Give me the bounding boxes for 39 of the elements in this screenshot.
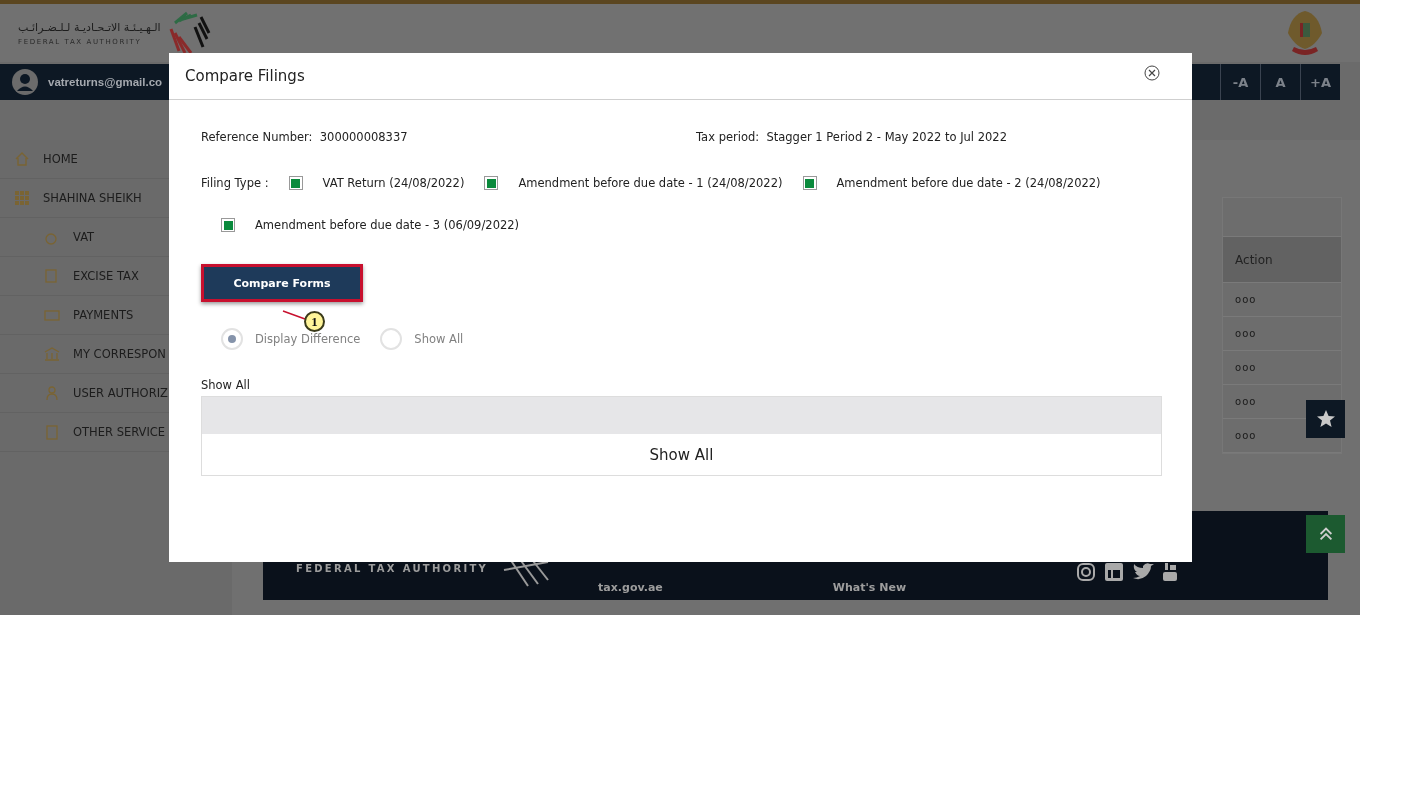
radio-label: Display Difference — [255, 332, 361, 346]
logo-arabic-text: الـهـيـئـة الاتـحـاديـة لـلـضـرائـب — [18, 20, 161, 34]
checkbox-label: Amendment before due date - 2 (24/08/2022) — [836, 176, 1101, 190]
leader-line — [282, 310, 306, 320]
footer-link[interactable]: What's New — [832, 581, 907, 594]
tax-period: Tax period: Stagger 1 Period 2 - May 2022 to Jul 2022 — [696, 130, 1007, 144]
action-menu[interactable]: ooo — [1235, 294, 1257, 305]
action-menu[interactable]: ooo — [1235, 328, 1257, 339]
checkbox-label: Amendment before due date - 1 (24/08/2022) — [518, 176, 783, 190]
action-menu[interactable]: ooo — [1235, 362, 1257, 373]
checkbox[interactable] — [802, 176, 817, 190]
footer-link[interactable]: tax.gov.ae — [598, 581, 663, 594]
radio-label: Show All — [414, 332, 464, 346]
scroll-top-button[interactable] — [1306, 515, 1345, 553]
checkbox-label: VAT Return (24/08/2022) — [322, 176, 465, 190]
favorites-button[interactable] — [1306, 400, 1345, 438]
dialog-title: Compare Filings — [185, 67, 305, 85]
twitter-icon[interactable] — [1132, 562, 1155, 582]
footer-logo-text: FEDERAL TAX AUTHORITY — [296, 563, 489, 574]
checkbox-label: Amendment before due date - 3 (06/09/2022) — [255, 218, 520, 232]
checkbox[interactable] — [484, 176, 499, 190]
checkbox[interactable] — [288, 176, 303, 190]
result-text: Show All — [649, 445, 714, 464]
column-header: Action — [1235, 252, 1273, 267]
action-menu[interactable]: ooo — [1235, 396, 1257, 407]
radio-button[interactable] — [221, 328, 243, 350]
avatar-icon — [12, 69, 38, 95]
user-email: vatreturns@gmail.co — [48, 76, 163, 88]
user-icon — [44, 385, 60, 401]
radio-button[interactable] — [380, 328, 403, 350]
close-icon[interactable] — [1144, 65, 1160, 81]
action-menu[interactable]: ooo — [1235, 430, 1257, 441]
star-icon — [1315, 409, 1336, 429]
grid-icon — [14, 190, 30, 206]
home-icon — [14, 151, 30, 167]
bank-icon — [44, 346, 60, 362]
compare-forms-button[interactable]: Compare Forms — [201, 264, 363, 302]
instagram-icon[interactable] — [1076, 562, 1097, 582]
checkbox[interactable] — [221, 218, 235, 232]
